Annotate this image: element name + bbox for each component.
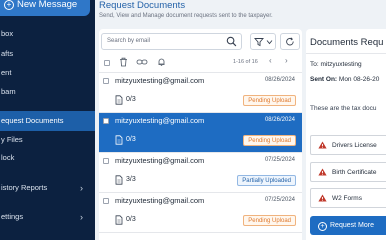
requested-document-item[interactable]: Drivers License <box>310 135 386 155</box>
search-input[interactable]: Search by email <box>101 33 242 50</box>
sidebar-item-history-reports[interactable]: istory Reports › <box>0 178 95 198</box>
search-icon <box>226 36 237 47</box>
row-document-count: 0/3 <box>126 96 136 103</box>
document-icon <box>115 175 123 185</box>
row-checkbox[interactable] <box>103 78 109 84</box>
sidebar-item-unlock[interactable]: lock <box>0 148 95 168</box>
row-date: 07/25/2024 <box>264 197 295 203</box>
sidebar-item-settings[interactable]: ettings › <box>0 207 95 227</box>
bell-icon[interactable] <box>157 57 166 67</box>
request-list-panel: Search by email 1-16 of 16 ‹ › mitzyuxte… <box>99 29 302 240</box>
filter-button[interactable] <box>250 33 276 50</box>
request-more-button[interactable]: + Request More <box>310 216 386 235</box>
detail-sent-on: Sent On: Mon 08-26-20 <box>310 76 380 83</box>
list-item[interactable]: mitzyuxtesting@gmail.com 07/25/2024 0/3 … <box>99 193 302 233</box>
row-date: 08/26/2024 <box>264 117 295 123</box>
chevron-down-icon <box>266 40 273 45</box>
status-badge: Pending Upload <box>243 135 296 146</box>
list-toolbar: 1-16 of 16 ‹ › <box>99 56 302 70</box>
chevron-right-icon: › <box>80 183 83 193</box>
status-badge: Partially Uploaded <box>237 175 296 186</box>
trash-icon[interactable] <box>119 57 128 67</box>
detail-title: Documents Requ <box>310 37 384 48</box>
row-date: 07/25/2024 <box>264 157 295 163</box>
row-email: mitzyuxtesting@gmail.com <box>115 76 205 85</box>
divider <box>306 53 386 54</box>
status-badge: Pending Upload <box>243 215 296 226</box>
row-checkbox[interactable] <box>103 198 109 204</box>
sidebar-item-spam[interactable]: bam <box>0 82 95 102</box>
row-date: 08/26/2024 <box>264 77 295 83</box>
row-email: mitzyuxtesting@gmail.com <box>115 156 205 165</box>
document-icon <box>115 135 123 145</box>
sidebar-item-sent[interactable]: ent <box>0 63 95 83</box>
plus-icon: + <box>318 222 327 231</box>
row-email: mitzyuxtesting@gmail.com <box>115 116 205 125</box>
requested-document-item[interactable]: Birth Certificate <box>310 162 386 182</box>
sidebar-item-inbox[interactable]: box <box>0 24 95 44</box>
chevron-left-icon[interactable]: ‹ <box>269 56 272 65</box>
sidebar: + New Message box afts ent bam equest Doc… <box>0 0 95 240</box>
pagination-label: 1-16 of 16 <box>233 59 258 65</box>
status-badge: Pending Upload <box>243 95 296 106</box>
request-detail-panel: Documents Requ To: mitzyuxtesting Sent O… <box>306 29 386 240</box>
chevron-right-icon: › <box>80 212 83 222</box>
row-checkbox[interactable] <box>103 118 109 124</box>
page-title: Request Documents <box>99 0 186 11</box>
refresh-button[interactable] <box>280 33 300 50</box>
row-document-count: 0/3 <box>126 136 136 143</box>
filter-icon <box>254 38 264 47</box>
detail-message: These are the tax docu <box>310 105 377 112</box>
row-document-count: 3/3 <box>126 176 136 183</box>
sidebar-item-drafts[interactable]: afts <box>0 44 95 64</box>
refresh-icon <box>286 37 294 46</box>
warning-icon <box>318 194 327 202</box>
warning-icon <box>318 168 327 176</box>
requested-document-item[interactable]: W2 Forms <box>310 188 386 208</box>
list-item[interactable]: mitzyuxtesting@gmail.com 08/26/2024 0/3 … <box>99 113 302 153</box>
warning-icon <box>318 141 327 149</box>
sidebar-item-request-documents[interactable]: equest Documents <box>0 111 95 131</box>
document-icon <box>115 215 123 225</box>
document-icon <box>115 95 123 105</box>
chevron-right-icon[interactable]: › <box>285 56 288 65</box>
list-item[interactable]: mitzyuxtesting@gmail.com 08/26/2024 0/3 … <box>99 73 302 113</box>
sidebar-item-my-files[interactable]: y Files <box>0 130 95 150</box>
detail-to: To: mitzyuxtesting <box>310 61 362 68</box>
new-message-button[interactable]: + New Message <box>0 0 90 16</box>
plus-icon: + <box>4 0 14 10</box>
row-email: mitzyuxtesting@gmail.com <box>115 196 205 205</box>
link-icon[interactable] <box>136 57 148 67</box>
select-all-checkbox[interactable] <box>104 60 110 66</box>
page-subtitle: Send, View and Manage document requests … <box>99 13 273 19</box>
row-document-count: 0/3 <box>126 216 136 223</box>
row-checkbox[interactable] <box>103 158 109 164</box>
list-item[interactable]: mitzyuxtesting@gmail.com 07/25/2024 3/3 … <box>99 153 302 193</box>
